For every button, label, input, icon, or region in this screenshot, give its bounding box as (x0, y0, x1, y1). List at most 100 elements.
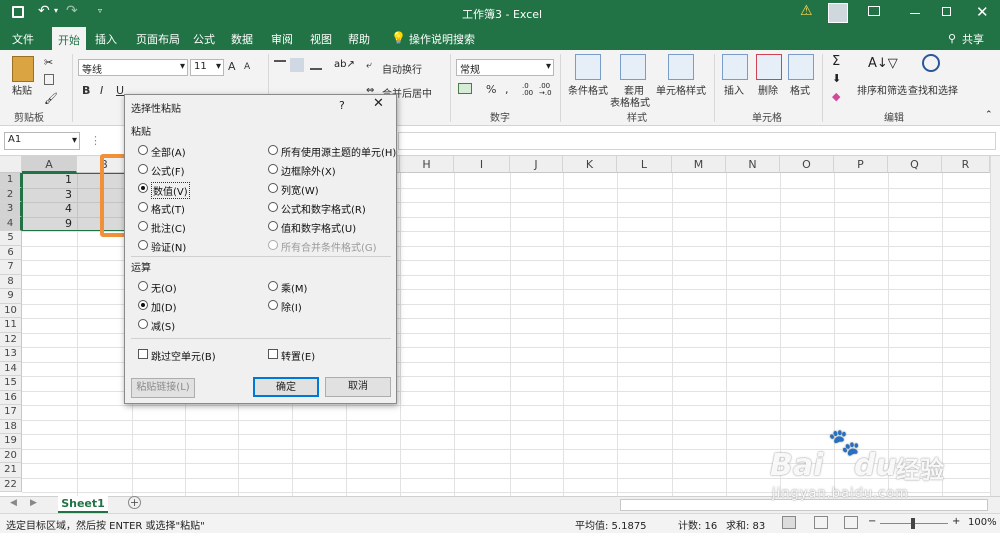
option-label-paste_left-1[interactable]: 公式(F) (151, 163, 185, 178)
row-header[interactable]: 8 (0, 274, 22, 289)
row-header[interactable]: 14 (0, 361, 22, 376)
restore-icon[interactable] (942, 7, 951, 16)
cell[interactable]: 1 (22, 173, 77, 188)
tab-file[interactable]: 文件 (12, 31, 34, 47)
bold-button[interactable]: B (82, 84, 90, 97)
minimize-icon[interactable] (910, 13, 920, 14)
column-header[interactable]: N (726, 156, 780, 173)
currency-icon[interactable] (458, 83, 472, 94)
column-header[interactable]: H (400, 156, 454, 173)
format-cells-button[interactable]: 格式 (790, 82, 810, 97)
format-table-icon[interactable] (620, 54, 646, 80)
option-label-paste_right-5[interactable]: 所有合并条件格式(G) (281, 239, 377, 254)
select-all-corner[interactable] (0, 156, 22, 173)
skip-blanks-label[interactable]: 跳过空单元(B) (151, 348, 216, 363)
option-label-op_right-0[interactable]: 乘(M) (281, 280, 307, 295)
radio-op_right-0[interactable] (268, 281, 278, 291)
undo-icon[interactable]: ↶ (38, 3, 50, 19)
radio-op_left-2[interactable] (138, 319, 148, 329)
conditional-format-button[interactable]: 条件格式 (568, 82, 608, 97)
row-header[interactable]: 13 (0, 347, 22, 362)
insert-cells-button[interactable]: 插入 (724, 82, 744, 97)
add-sheet-icon[interactable]: + (128, 496, 141, 509)
column-header[interactable]: J (510, 156, 563, 173)
cancel-button[interactable]: 取消 (325, 377, 391, 397)
format-cells-icon[interactable] (788, 54, 814, 80)
column-header[interactable]: M (672, 156, 726, 173)
row-header[interactable]: 16 (0, 390, 22, 405)
row-header[interactable]: 18 (0, 419, 22, 434)
radio-paste_right-0[interactable] (268, 145, 278, 155)
option-label-paste_left-4[interactable]: 批注(C) (151, 220, 186, 235)
find-select-button[interactable]: 查找和选择 (908, 82, 958, 97)
row-header[interactable]: 12 (0, 332, 22, 347)
paste-link-button[interactable]: 粘贴链接(L) (131, 378, 195, 398)
paste-button[interactable]: 粘贴 (12, 82, 32, 97)
radio-op_left-1[interactable] (138, 300, 148, 310)
wrap-text-button[interactable]: 自动换行 (382, 61, 422, 76)
wrap-text-icon[interactable]: ⤶ (366, 60, 372, 71)
undo-dropdown-icon[interactable]: ▾ (54, 6, 58, 15)
warning-icon[interactable]: ⚠ (800, 3, 813, 19)
ribbon-display-icon[interactable] (868, 6, 880, 16)
tab-data[interactable]: 数据 (231, 31, 253, 47)
grow-font-icon[interactable]: A (228, 60, 236, 73)
format-painter-icon[interactable]: 🖌 (44, 92, 58, 105)
option-label-paste_right-0[interactable]: 所有使用源主题的单元(H) (281, 144, 396, 159)
column-header[interactable]: R (942, 156, 990, 173)
row-header[interactable]: 3 (0, 202, 22, 217)
option-label-op_right-1[interactable]: 除(I) (281, 299, 302, 314)
option-label-paste_left-3[interactable]: 格式(T) (151, 201, 185, 216)
row-header[interactable]: 15 (0, 376, 22, 391)
orientation-icon[interactable]: ab↗ (334, 59, 355, 70)
radio-paste_left-1[interactable] (138, 164, 148, 174)
option-label-paste_left-5[interactable]: 验证(N) (151, 239, 186, 254)
font-name-select[interactable]: 等线 ▾ (78, 59, 188, 76)
zoom-slider-thumb[interactable] (911, 518, 915, 529)
tab-home[interactable]: 开始 (52, 27, 86, 50)
row-header[interactable]: 2 (0, 187, 22, 202)
option-label-paste_right-1[interactable]: 边框除外(X) (281, 163, 336, 178)
radio-paste_right-1[interactable] (268, 164, 278, 174)
close-icon[interactable]: ✕ (373, 96, 384, 111)
row-header[interactable]: 1 (0, 173, 22, 188)
tab-review[interactable]: 审阅 (271, 31, 293, 47)
tab-insert[interactable]: 插入 (95, 31, 117, 47)
collapse-ribbon-icon[interactable]: ⌃ (985, 110, 993, 120)
next-sheet-icon[interactable]: ▶ (30, 498, 37, 508)
column-header[interactable]: P (834, 156, 888, 173)
row-header[interactable]: 17 (0, 405, 22, 420)
radio-paste_right-2[interactable] (268, 183, 278, 193)
cell[interactable]: 9 (22, 217, 77, 232)
transpose-label[interactable]: 转置(E) (281, 348, 315, 363)
align-top-icon[interactable] (274, 60, 286, 70)
autosum-icon[interactable]: Σ (832, 54, 840, 69)
option-label-paste_right-4[interactable]: 值和数字格式(U) (281, 220, 356, 235)
tab-view[interactable]: 视图 (310, 31, 332, 47)
cell-styles-icon[interactable] (668, 54, 694, 80)
row-header[interactable]: 21 (0, 463, 22, 478)
row-header[interactable]: 11 (0, 318, 22, 333)
shrink-font-icon[interactable]: A (244, 62, 250, 72)
radio-paste_left-4[interactable] (138, 221, 148, 231)
radio-paste_left-5[interactable] (138, 240, 148, 250)
help-button[interactable]: ? (339, 99, 345, 112)
column-header[interactable]: I (454, 156, 510, 173)
option-label-op_left-2[interactable]: 减(S) (151, 318, 175, 333)
more-icon[interactable]: ⋮ (90, 134, 101, 147)
option-label-paste_right-2[interactable]: 列宽(W) (281, 182, 319, 197)
sort-filter-button[interactable]: 排序和筛选 (857, 82, 907, 97)
cell-styles-button[interactable]: 单元格样式 (656, 82, 706, 97)
column-header[interactable]: O (780, 156, 834, 173)
sheet-tab-sheet1[interactable]: Sheet1 (58, 496, 108, 513)
radio-op_right-1[interactable] (268, 300, 278, 310)
font-size-select[interactable]: 11 ▾ (190, 59, 224, 76)
insert-cells-icon[interactable] (722, 54, 748, 80)
row-header[interactable]: 20 (0, 448, 22, 463)
fill-icon[interactable]: ⬇ (832, 72, 841, 85)
radio-paste_right-4[interactable] (268, 221, 278, 231)
option-label-paste_right-3[interactable]: 公式和数字格式(R) (281, 201, 366, 216)
column-header[interactable]: A (22, 156, 77, 173)
decrease-decimal-icon[interactable]: .00 →.0 (539, 83, 552, 97)
row-header[interactable]: 6 (0, 245, 22, 260)
